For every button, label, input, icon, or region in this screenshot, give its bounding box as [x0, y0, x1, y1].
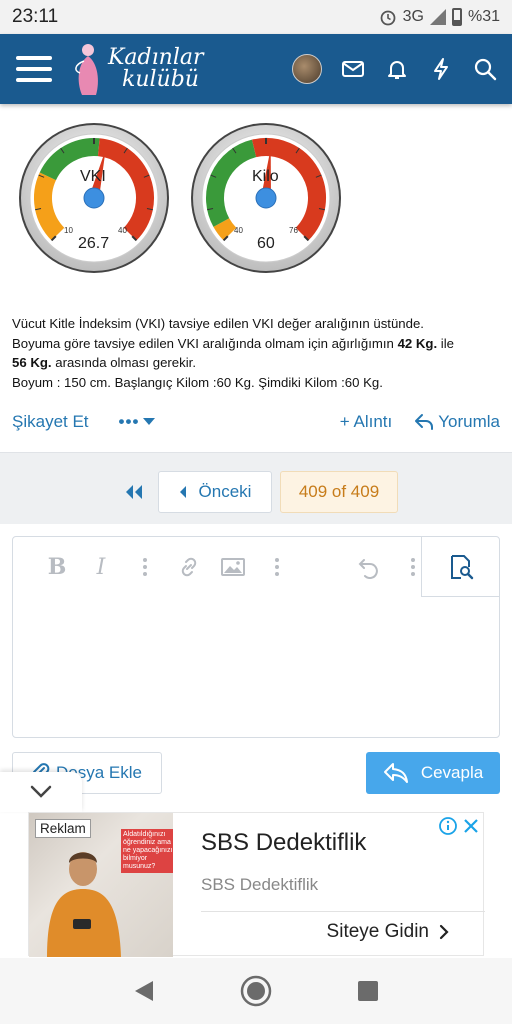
- submit-label: Cevapla: [420, 763, 484, 782]
- quote-link[interactable]: + Alıntı: [340, 412, 392, 432]
- caret-down-icon: [143, 418, 156, 425]
- double-chevron-left-icon: [126, 485, 142, 499]
- more-menu-button[interactable]: •••: [119, 412, 156, 432]
- info-icon[interactable]: [439, 817, 457, 835]
- gauge-max: 76: [289, 226, 298, 235]
- gauge-value: 26.7: [78, 235, 110, 252]
- image-icon: [221, 558, 245, 576]
- system-navbar: [0, 958, 512, 1024]
- pagination-area: Önceki 409 of 409: [0, 452, 512, 524]
- ad-banner[interactable]: Reklam Aldatıldığınızı öğrendiniz ama ne…: [28, 812, 485, 957]
- reply-icon: [415, 414, 434, 430]
- italic-button[interactable]: I: [79, 547, 123, 587]
- weight-gauge: Kilo 40 76 60: [190, 118, 342, 274]
- bell-icon[interactable]: [384, 56, 410, 82]
- first-page-button[interactable]: [118, 472, 150, 512]
- recents-icon[interactable]: [357, 980, 379, 1002]
- back-icon[interactable]: [133, 979, 155, 1003]
- message-line: 56 Kg. arasında olması gerekir.: [12, 355, 196, 370]
- gauge-min: 10: [64, 226, 73, 235]
- gauge-hub: [83, 187, 105, 209]
- battery-icon: [451, 8, 462, 26]
- logo-text: Kadınlar kulübü: [108, 47, 204, 91]
- vertical-dots-icon: [143, 558, 147, 576]
- collapse-ad-button[interactable]: [0, 772, 82, 812]
- status-bar: 23:11 3G %31: [0, 0, 512, 34]
- reply-link[interactable]: Yorumla: [414, 412, 500, 432]
- menu-icon[interactable]: [16, 56, 52, 82]
- report-link[interactable]: Şikayet Et: [12, 412, 89, 432]
- gauge-label: VKI: [80, 168, 106, 185]
- message-line: Boyum : 150 cm. Başlangıç Kilom :60 Kg. …: [12, 374, 383, 390]
- gauge-band: [213, 217, 237, 241]
- close-icon[interactable]: [463, 818, 479, 834]
- logo-line2: kulübü: [122, 67, 199, 92]
- ad-choices[interactable]: [439, 817, 479, 835]
- undo-icon: [358, 559, 378, 579]
- ad-divider: [201, 911, 485, 912]
- reply-label: Yorumla: [438, 412, 500, 431]
- ad-title[interactable]: SBS Dedektiflik: [201, 829, 366, 857]
- ad-image-text: Aldatıldığınızı öğrendiniz ama ne yapaca…: [121, 829, 173, 873]
- ad-subtitle: SBS Dedektiflik: [201, 875, 319, 894]
- avatar[interactable]: [292, 54, 322, 84]
- alarm-icon: [380, 10, 396, 26]
- current-page[interactable]: 409 of 409: [280, 471, 398, 513]
- gauge-value: 60: [257, 235, 275, 252]
- vki-gauge: VKI 10 40 26.7: [18, 118, 170, 274]
- post-message: Vücut Kitle İndeksim (VKI) tavsiye edile…: [12, 314, 502, 392]
- vertical-dots-icon: [411, 558, 415, 576]
- previous-label: Önceki: [198, 482, 252, 501]
- more-format-button[interactable]: [123, 547, 167, 587]
- gauge-min: 40: [234, 226, 243, 235]
- previous-page-button[interactable]: Önceki: [158, 471, 272, 513]
- link-button[interactable]: [167, 547, 211, 587]
- post-actions: Şikayet Et ••• + Alıntı Yorumla: [12, 408, 500, 436]
- signal-icon: [429, 9, 446, 25]
- ad-cta-label: Siteye Gidin: [326, 921, 429, 942]
- bolt-icon[interactable]: [428, 56, 454, 82]
- message-line: Boyuma göre tavsiye edilen VKI aralığınd…: [12, 335, 454, 351]
- preview-button[interactable]: [421, 537, 499, 597]
- ad-label: Reklam: [35, 819, 91, 838]
- ad-cta-button[interactable]: Siteye Gidin: [327, 921, 449, 943]
- submit-reply-button[interactable]: Cevapla: [366, 752, 500, 794]
- vertical-dots-icon: [275, 558, 279, 576]
- bold-button[interactable]: B: [35, 547, 79, 587]
- network-type: 3G: [402, 8, 424, 25]
- preview-icon: [450, 554, 473, 579]
- insert-menu-button[interactable]: [255, 547, 299, 587]
- logo-line1: Kadınlar: [108, 45, 204, 70]
- undo-button[interactable]: [347, 547, 391, 587]
- gauges: VKI 10 40 26.7 Kilo 40 76 60: [18, 118, 342, 274]
- chevron-right-icon: [439, 924, 449, 940]
- gauge-label: Kilo: [252, 168, 279, 185]
- battery-level: %31: [467, 8, 500, 25]
- site-logo[interactable]: Kadınlar kulübü: [72, 39, 232, 99]
- chevron-left-icon: [179, 486, 186, 498]
- status-icons: 3G %31: [379, 8, 500, 26]
- logo-figure-icon: [75, 44, 98, 95]
- home-icon[interactable]: [240, 975, 272, 1007]
- chevron-down-icon: [30, 785, 52, 798]
- gauge-max: 40: [118, 226, 127, 235]
- link-icon: [181, 557, 197, 577]
- image-button[interactable]: [211, 547, 255, 587]
- reply-icon: [383, 763, 408, 783]
- reply-editor[interactable]: B I: [12, 536, 500, 738]
- ad-person-image: [47, 852, 121, 957]
- more-dots: •••: [118, 412, 140, 431]
- app-header: Kadınlar kulübü: [0, 34, 512, 104]
- pagination: Önceki 409 of 409: [118, 471, 398, 513]
- search-icon[interactable]: [472, 56, 498, 82]
- editor-toolbar: B I: [13, 537, 499, 597]
- envelope-icon[interactable]: [340, 56, 366, 82]
- gauge-hub: [255, 187, 277, 209]
- ad-image[interactable]: Reklam Aldatıldığınızı öğrendiniz ama ne…: [29, 813, 173, 957]
- status-time: 23:11: [12, 6, 59, 27]
- message-line: Vücut Kitle İndeksim (VKI) tavsiye edile…: [12, 316, 424, 331]
